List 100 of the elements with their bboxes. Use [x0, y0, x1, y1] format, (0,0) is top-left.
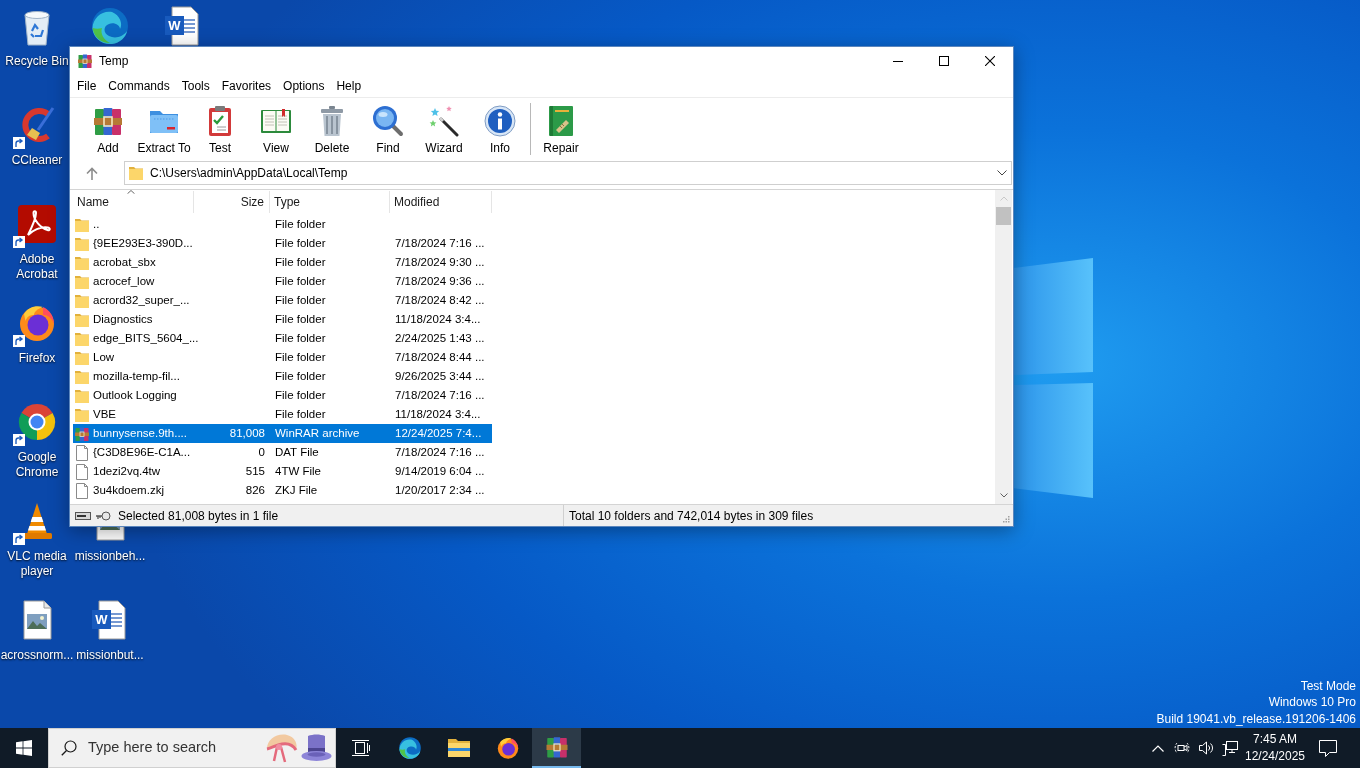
file-row[interactable]: Diagnostics File folder 11/18/2024 3:4... — [73, 310, 492, 329]
books-archive-icon — [74, 425, 90, 442]
desktop-icon-label[interactable]: Adobe Acrobat — [5, 252, 69, 282]
scrollbar[interactable] — [995, 190, 1012, 504]
file-name: 1dezi2vq.4tw — [93, 463, 161, 479]
file-name: acrord32_super_... — [93, 292, 190, 308]
books-archive-icon — [77, 53, 93, 69]
folder-icon — [74, 330, 90, 347]
file-row[interactable]: 1dezi2vq.4tw 515 4TW File 9/14/2019 6:04 ... — [73, 462, 492, 481]
info-button[interactable]: Info — [472, 99, 528, 158]
address-path: C:\Users\admin\AppData\Local\Temp — [150, 165, 348, 182]
file-name: {9EE293E3-390D... — [93, 235, 193, 251]
file-name: acrobat_sbx — [93, 254, 156, 270]
resize-grip-icon — [1002, 515, 1010, 523]
column-header[interactable]: Type — [270, 191, 390, 213]
menu-item[interactable]: File — [71, 75, 103, 97]
file-icon — [74, 482, 90, 499]
app-letter: W — [165, 16, 184, 35]
file-name: mozilla-temp-fil... — [93, 368, 180, 384]
search-field[interactable]: Type here to search — [48, 728, 336, 768]
desktop-icon-label[interactable]: Recycle Bin — [5, 54, 69, 69]
desktop-icon-label[interactable]: VLC media player — [5, 549, 69, 579]
notification-icon — [1319, 739, 1337, 757]
task-view-icon — [350, 739, 371, 757]
search-icon — [61, 740, 77, 756]
test-mode-notice: Windows 10 Pro — [1268, 694, 1356, 711]
file-row[interactable]: edge_BITS_5604_... File folder 2/24/2025 1:43 ... — [73, 329, 492, 348]
desktop-icon-label[interactable]: Google Chrome — [5, 450, 69, 480]
file-row[interactable]: 3u4kdoem.zkj 826 ZKJ File 1/20/2017 2:34 ... — [73, 481, 492, 500]
chevron-down-icon — [997, 170, 1007, 176]
desktop-icon-label[interactable]: missionbeh... — [74, 549, 146, 564]
column-header[interactable]: Name — [73, 191, 194, 213]
folder-icon — [74, 292, 90, 309]
extract-button[interactable]: Extract To — [136, 99, 192, 158]
file-name: .. — [93, 216, 100, 232]
speaker-icon — [1198, 740, 1214, 756]
file-type: ZKJ File — [275, 482, 318, 498]
desktop-icon-label[interactable]: missionbut... — [76, 648, 144, 663]
add-button[interactable]: Add — [80, 99, 136, 158]
file-modified: 11/18/2024 3:4... — [395, 406, 481, 422]
magic-wand-icon — [428, 104, 460, 137]
minimize-icon — [893, 60, 903, 62]
file-row[interactable]: acrobat_sbx File folder 7/18/2024 9:30 ... — [73, 253, 492, 272]
clock[interactable]: 7:45 AM 12/24/2025 — [1244, 728, 1306, 768]
file-row[interactable]: mozilla-temp-fil... File folder 9/26/2025 3:44 ... — [73, 367, 492, 386]
find-button[interactable]: Find — [360, 99, 416, 158]
file-type: File folder — [275, 235, 326, 251]
window-title: Temp — [99, 53, 129, 70]
desktop-icon-label[interactable]: Firefox — [18, 351, 56, 366]
repair-button[interactable]: Repair — [533, 99, 589, 158]
folder-icon — [74, 368, 90, 385]
key-icon — [95, 510, 111, 521]
address-field[interactable]: C:\Users\admin\AppData\Local\Temp — [124, 161, 1012, 185]
close-icon — [985, 56, 995, 66]
file-size: 81,008 — [229, 425, 265, 441]
menu-item[interactable]: Help — [330, 75, 368, 97]
monitor-icon — [1222, 740, 1238, 756]
file-icon — [74, 444, 90, 461]
file-type: File folder — [275, 406, 326, 422]
menu-item[interactable]: Tools — [175, 75, 216, 97]
file-modified: 9/26/2025 3:44 ... — [395, 368, 485, 384]
file-row[interactable]: Outlook Logging File folder 7/18/2024 7:16 ... — [73, 386, 492, 405]
winrar-taskbar-button[interactable] — [532, 728, 581, 768]
file-row[interactable]: {C3D8E96E-C1A... 0 DAT File 7/18/2024 7:16 ... — [73, 443, 492, 462]
test-button[interactable]: Test — [192, 99, 248, 158]
search-icon — [372, 104, 404, 137]
file-size: 826 — [245, 482, 265, 498]
file-type: File folder — [275, 254, 326, 270]
desktop-icon-label[interactable]: acrossnorm... — [0, 648, 74, 663]
column-header[interactable]: Size — [194, 191, 270, 213]
file-row[interactable]: VBE File folder 11/18/2024 3:4... — [73, 405, 492, 424]
menu-item[interactable]: Commands — [102, 75, 176, 97]
status-text: Total 10 folders and 742,014 bytes in 309 files — [569, 507, 814, 525]
top-hat-icon — [300, 733, 332, 763]
file-type: File folder — [275, 387, 326, 403]
delete-button[interactable]: Delete — [304, 99, 360, 158]
test-mode-notice: Build 19041.vb_release.191206-1406 — [1156, 710, 1356, 727]
desktop-icon-label[interactable]: CCleaner — [11, 153, 63, 168]
file-row[interactable]: {9EE293E3-390D... File folder 7/18/2024 7:16 ... — [73, 234, 492, 253]
column-header[interactable]: Modified — [390, 191, 492, 213]
folder-icon — [74, 406, 90, 423]
menu-item[interactable]: Favorites — [215, 75, 278, 97]
app-letter: W — [92, 610, 111, 629]
file-row[interactable]: acrocef_low File folder 7/18/2024 9:36 ... — [73, 272, 492, 291]
file-row[interactable]: acrord32_super_... File folder 7/18/2024 8:42 ... — [73, 291, 492, 310]
test-mode-notice: Test Mode — [1300, 677, 1356, 694]
menu-item[interactable]: Options — [277, 75, 331, 97]
file-row[interactable]: .. File folder — [73, 215, 492, 234]
view-button[interactable]: View — [248, 99, 304, 158]
scroll-down-icon — [999, 493, 1008, 498]
scrollbar-thumb[interactable] — [996, 207, 1011, 225]
file-name: Outlook Logging — [93, 387, 177, 403]
wizard-button[interactable]: Wizard — [416, 99, 472, 158]
file-row[interactable]: Low File folder 7/18/2024 8:44 ... — [73, 348, 492, 367]
drive-icon — [75, 511, 91, 520]
scroll-up-icon — [999, 196, 1008, 201]
file-type: File folder — [275, 349, 326, 365]
file-row[interactable]: bunnysense.9th.... 81,008 WinRAR archive 12/24/2025 7:4... — [73, 424, 492, 443]
folder-icon — [74, 349, 90, 366]
file-modified: 7/18/2024 9:36 ... — [395, 273, 485, 289]
